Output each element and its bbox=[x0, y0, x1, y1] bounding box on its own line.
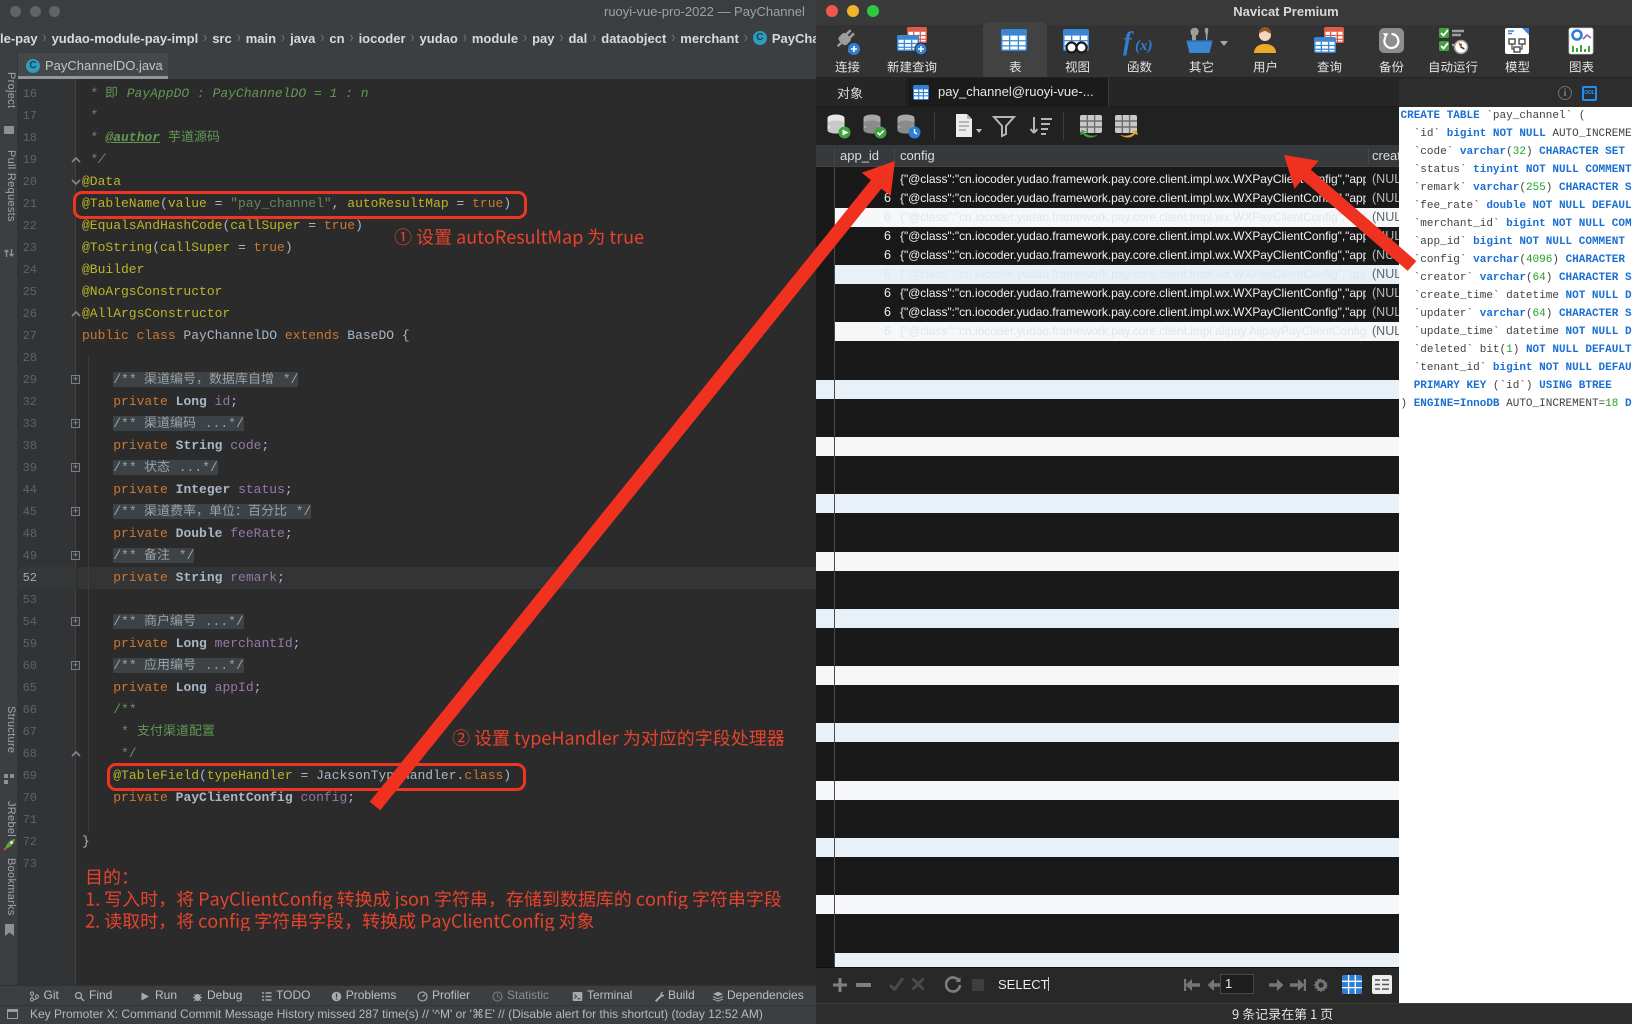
svg-text:f: f bbox=[1123, 27, 1134, 56]
svg-text:(x): (x) bbox=[1135, 38, 1153, 54]
